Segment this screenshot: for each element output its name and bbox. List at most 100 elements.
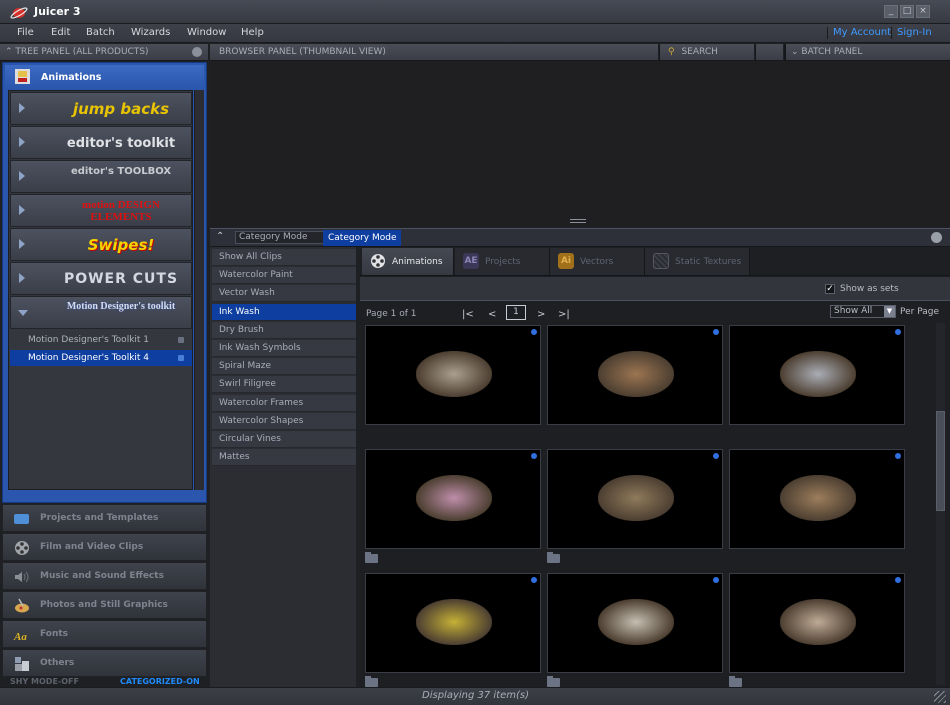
expand-chevrons-icon: ⌄ — [791, 47, 799, 57]
per-page-select[interactable]: Show All ▼ — [830, 305, 896, 318]
expand-arrow-icon[interactable] — [19, 205, 25, 215]
clip-category-item[interactable]: Ink Wash — [212, 303, 356, 321]
search-button[interactable]: ⚲ SEARCH — [659, 44, 754, 61]
clip-category-item[interactable]: Swirl Filigree — [212, 376, 356, 394]
splitter-handle[interactable] — [570, 219, 586, 223]
tab-projects[interactable]: AE Projects — [455, 248, 550, 275]
library-photos-graphics[interactable]: Photos and Still Graphics — [2, 591, 207, 619]
product-motion-designers-toolkit[interactable]: Motion Designer's toolkit — [10, 296, 192, 329]
panel-play-icon[interactable] — [192, 47, 202, 57]
thumbnail-airship[interactable] — [547, 573, 723, 673]
thumbnail-fish[interactable] — [729, 325, 905, 425]
status-dot-icon — [713, 453, 719, 459]
menu-help[interactable]: Help — [241, 27, 264, 38]
thumbnail-cloud[interactable] — [729, 573, 905, 673]
status-text: Displaying 37 item(s) — [422, 690, 530, 701]
library-film-video[interactable]: Film and Video Clips — [2, 533, 207, 561]
product-power-cuts[interactable]: POWER CUTS — [10, 262, 192, 295]
clip-category-item[interactable]: Dry Brush — [212, 321, 356, 339]
my-account-link[interactable]: My Account — [833, 27, 891, 38]
show-as-sets-checkbox[interactable]: ✓ — [825, 284, 835, 294]
collapse-chevrons-icon[interactable]: ⌃ — [5, 47, 13, 57]
thumbnail-butterfly[interactable] — [365, 449, 541, 549]
tab-animations[interactable]: Animations — [362, 248, 454, 275]
clip-category-item[interactable]: Spiral Maze — [212, 358, 356, 376]
dropdown-arrow-icon[interactable]: ▼ — [884, 306, 895, 317]
texture-icon — [653, 253, 669, 269]
library-music-sound[interactable]: Music and Sound Effects — [2, 562, 207, 590]
tree-scrollbar[interactable] — [194, 90, 204, 490]
subitem-mdt4[interactable]: Motion Designer's Toolkit 4 — [10, 350, 192, 366]
shy-mode-toggle[interactable]: SHY MODE-OFF — [10, 677, 79, 686]
folder-icon[interactable] — [365, 552, 378, 563]
folder-icon[interactable] — [547, 676, 560, 687]
menu-batch[interactable]: Batch — [86, 27, 115, 38]
collapse-arrow-icon[interactable] — [18, 310, 28, 316]
clip-category-item[interactable]: Watercolor Frames — [212, 394, 356, 412]
separator — [891, 27, 892, 39]
clip-category-item[interactable]: Circular Vines — [212, 431, 356, 448]
subitem-label: Motion Designer's Toolkit 1 — [28, 335, 150, 345]
clip-category-item[interactable]: Show All Clips — [212, 249, 356, 266]
grid-scrollbar[interactable] — [935, 323, 945, 685]
menu-window[interactable]: Window — [187, 27, 226, 38]
first-page-button[interactable]: |< — [462, 309, 474, 320]
product-swipes[interactable]: Swipes! — [10, 228, 192, 261]
thumbnail-windmill[interactable] — [547, 325, 723, 425]
library-projects-templates[interactable]: Projects and Templates — [2, 504, 207, 532]
prev-page-button[interactable]: < — [488, 309, 496, 320]
folder-icon[interactable] — [547, 552, 560, 563]
batch-panel-header[interactable]: ⌄ BATCH PANEL — [784, 44, 950, 61]
clip-category-item[interactable]: Ink Wash Symbols — [212, 340, 356, 357]
clip-category-item[interactable]: Watercolor Paint — [212, 267, 356, 285]
library-others[interactable]: Others — [2, 649, 207, 677]
last-page-button[interactable]: >| — [558, 309, 570, 320]
status-dot-icon — [178, 337, 184, 343]
thumbnail-armadillo[interactable] — [729, 449, 905, 549]
tab-static-textures[interactable]: Static Textures — [645, 248, 750, 275]
product-editors-toolkit[interactable]: editor's toolkit — [10, 126, 192, 159]
tab-vectors[interactable]: Ai Vectors — [550, 248, 645, 275]
library-fonts[interactable]: Aa Fonts — [2, 620, 207, 648]
title-bar: Juicer 3 _ □ × — [0, 0, 950, 24]
menu-file[interactable]: File — [17, 27, 34, 38]
expand-arrow-icon[interactable] — [19, 239, 25, 249]
menu-wizards[interactable]: Wizards — [131, 27, 170, 38]
clip-category-item[interactable]: Vector Wash — [212, 285, 356, 303]
page-number-input[interactable]: 1 — [506, 305, 526, 320]
collapse-chevrons-icon[interactable]: ⌃ — [216, 231, 224, 242]
product-editors-toolbox[interactable]: editor's TOOLBOX — [10, 160, 192, 193]
maximize-button[interactable]: □ — [900, 5, 914, 18]
illustrator-icon: Ai — [558, 253, 574, 269]
search-options-button[interactable] — [755, 44, 783, 61]
airplane-image — [416, 599, 492, 645]
folder-icon[interactable] — [729, 676, 742, 687]
clip-category-item[interactable]: Mattes — [212, 449, 356, 467]
subitem-mdt1[interactable]: Motion Designer's Toolkit 1 — [10, 332, 192, 348]
product-logo: Swipes! — [87, 236, 155, 254]
expand-arrow-icon[interactable] — [19, 273, 25, 283]
expand-arrow-icon[interactable] — [19, 103, 25, 113]
menu-edit[interactable]: Edit — [51, 27, 70, 38]
scrollbar-thumb[interactable] — [936, 411, 945, 511]
product-jump-backs[interactable]: jump backs — [10, 92, 192, 125]
category-animations[interactable]: Animations — [5, 65, 204, 89]
close-button[interactable]: × — [916, 5, 930, 18]
product-list: jump backs editor's toolkit editor's TOO… — [8, 90, 193, 490]
resize-grip-icon[interactable] — [934, 691, 946, 703]
minimize-button[interactable]: _ — [884, 5, 898, 18]
mode-select[interactable]: Category Mode — [235, 231, 325, 244]
thumbnail-airplane[interactable] — [365, 573, 541, 673]
panel-play-icon[interactable] — [931, 232, 942, 243]
clip-category-item[interactable]: Watercolor Shapes — [212, 412, 356, 430]
categorized-mode-toggle[interactable]: CATEGORIZED-ON — [120, 677, 200, 686]
expand-arrow-icon[interactable] — [19, 137, 25, 147]
thumbnail-owl[interactable] — [547, 449, 723, 549]
expand-arrow-icon[interactable] — [19, 171, 25, 181]
sign-in-link[interactable]: Sign-In — [897, 27, 932, 38]
product-motion-design-elements[interactable]: motion DESIGN ELEMENTS — [10, 194, 192, 227]
next-page-button[interactable]: > — [537, 309, 545, 320]
thumbnail-beetle[interactable] — [365, 325, 541, 425]
folder-icon[interactable] — [365, 676, 378, 687]
status-dot-icon — [531, 577, 537, 583]
